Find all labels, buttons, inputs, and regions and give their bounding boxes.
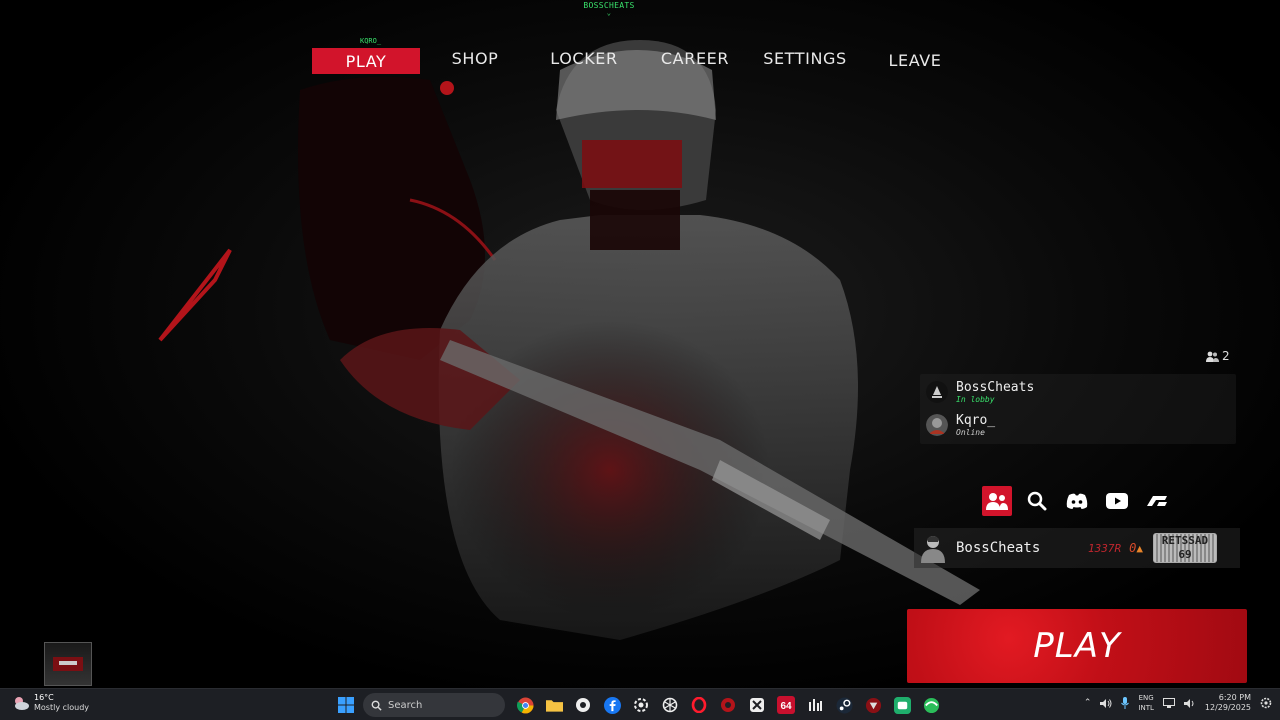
svg-text:64: 64 — [780, 701, 792, 712]
openai-icon[interactable] — [658, 693, 682, 717]
nav-play[interactable]: PLAY — [312, 48, 420, 74]
minimized-window-thumbnail[interactable] — [44, 642, 92, 686]
settings-app-icon[interactable] — [571, 693, 595, 717]
lang-primary: ENG — [1138, 694, 1154, 702]
file-explorer-icon[interactable] — [542, 693, 566, 717]
green-app-icon[interactable] — [890, 693, 914, 717]
chrome-icon[interactable] — [513, 693, 537, 717]
nav-username: KQRO_ — [360, 37, 382, 45]
link-icon[interactable] — [1142, 486, 1172, 516]
opera-gx-icon[interactable] — [687, 693, 711, 717]
play-button[interactable]: PLAY — [907, 609, 1247, 683]
system-clock[interactable]: 6:20 PM 12/29/2025 — [1205, 693, 1251, 713]
nav-shop[interactable]: SHOP — [438, 44, 512, 74]
clock-time: 6:20 PM — [1218, 693, 1251, 702]
member-name: BossCheats — [956, 379, 1035, 395]
party-icon — [1206, 351, 1219, 362]
party-count[interactable]: 2 — [1206, 349, 1230, 363]
facebook-icon[interactable] — [600, 693, 624, 717]
nav-settings[interactable]: SETTINGS — [760, 44, 850, 74]
search-placeholder: Search — [388, 699, 423, 711]
microphone-icon[interactable] — [1121, 697, 1130, 709]
search-icon[interactable] — [1022, 486, 1052, 516]
reputation-value: 1337R — [1088, 541, 1122, 555]
cloudy-weather-icon — [15, 697, 29, 710]
weather-desc: Mostly cloudy — [34, 703, 89, 712]
steam-icon[interactable] — [832, 693, 856, 717]
social-bar — [982, 486, 1182, 516]
cube-app-icon[interactable] — [745, 693, 769, 717]
speaker-icon[interactable] — [1100, 698, 1112, 709]
avatar — [926, 381, 948, 403]
discord-icon[interactable] — [1062, 486, 1092, 516]
friends-icon[interactable] — [982, 486, 1012, 516]
audio-bars-icon[interactable] — [803, 693, 827, 717]
flame-icon: ▲ — [1136, 542, 1143, 555]
streak-display: 0▲ — [1129, 541, 1143, 555]
background-scene — [0, 0, 1280, 688]
top-brand-tag: BOSSCHEATS ⌄ — [0, 1, 1218, 17]
chevron-up-icon[interactable]: ⌃ — [1084, 698, 1092, 708]
search-icon — [371, 700, 382, 711]
system-tray: ⌃ ENG INTL 6:20 PM 12/29/2025 — [1084, 693, 1272, 713]
youtube-icon[interactable] — [1102, 486, 1132, 516]
party-list: BossCheats In lobby Kqro_ Online — [920, 374, 1236, 444]
game-launcher-icon[interactable] — [861, 693, 885, 717]
network-icon[interactable] — [1162, 698, 1175, 708]
member-status: Online — [956, 427, 985, 437]
profile-name: BossCheats — [956, 540, 1041, 556]
avatar — [921, 536, 945, 563]
weather-temp: 16°C — [34, 693, 54, 702]
party-member[interactable]: Kqro_ Online — [926, 409, 995, 441]
input-language[interactable]: ENG INTL — [1138, 693, 1153, 713]
taskbar-search[interactable]: Search — [363, 693, 505, 717]
clock-date: 12/29/2025 — [1204, 703, 1251, 712]
notification-gear-icon[interactable] — [1260, 697, 1272, 709]
nav-career[interactable]: CAREER — [656, 44, 734, 74]
badge-number: 69 — [1178, 548, 1192, 561]
soldier-artwork — [158, 40, 980, 640]
party-count-value: 2 — [1222, 349, 1230, 363]
windows-taskbar: 16°C Mostly cloudy Search 64 ⌃ ENG INTL … — [0, 688, 1280, 720]
red-app-icon[interactable] — [716, 693, 740, 717]
player-profile[interactable]: BossCheats 1337R 0▲ RETSSAD 69 — [914, 528, 1240, 568]
member-status: In lobby — [956, 394, 995, 404]
member-name: Kqro_ — [956, 412, 996, 428]
gear-app-icon[interactable] — [629, 693, 653, 717]
avatar — [926, 414, 948, 436]
browser-green-icon[interactable] — [919, 693, 943, 717]
chevron-down-icon[interactable]: ⌄ — [0, 10, 1218, 17]
nav-locker[interactable]: LOCKER — [542, 44, 626, 74]
volume-icon[interactable] — [1183, 698, 1196, 709]
weather-widget[interactable]: 16°C Mostly cloudy — [12, 693, 89, 713]
rank-badge[interactable]: RETSSAD 69 — [1152, 533, 1217, 563]
app-64-icon[interactable]: 64 — [774, 693, 798, 717]
badge-title: RETSSAD — [1161, 534, 1209, 547]
taskbar-apps: Search 64 — [334, 693, 948, 717]
party-member[interactable]: BossCheats In lobby — [926, 376, 1034, 408]
nav-leave[interactable]: LEAVE — [882, 46, 948, 76]
windows-start-icon[interactable] — [334, 693, 358, 717]
lang-secondary: INTL — [1138, 704, 1154, 712]
